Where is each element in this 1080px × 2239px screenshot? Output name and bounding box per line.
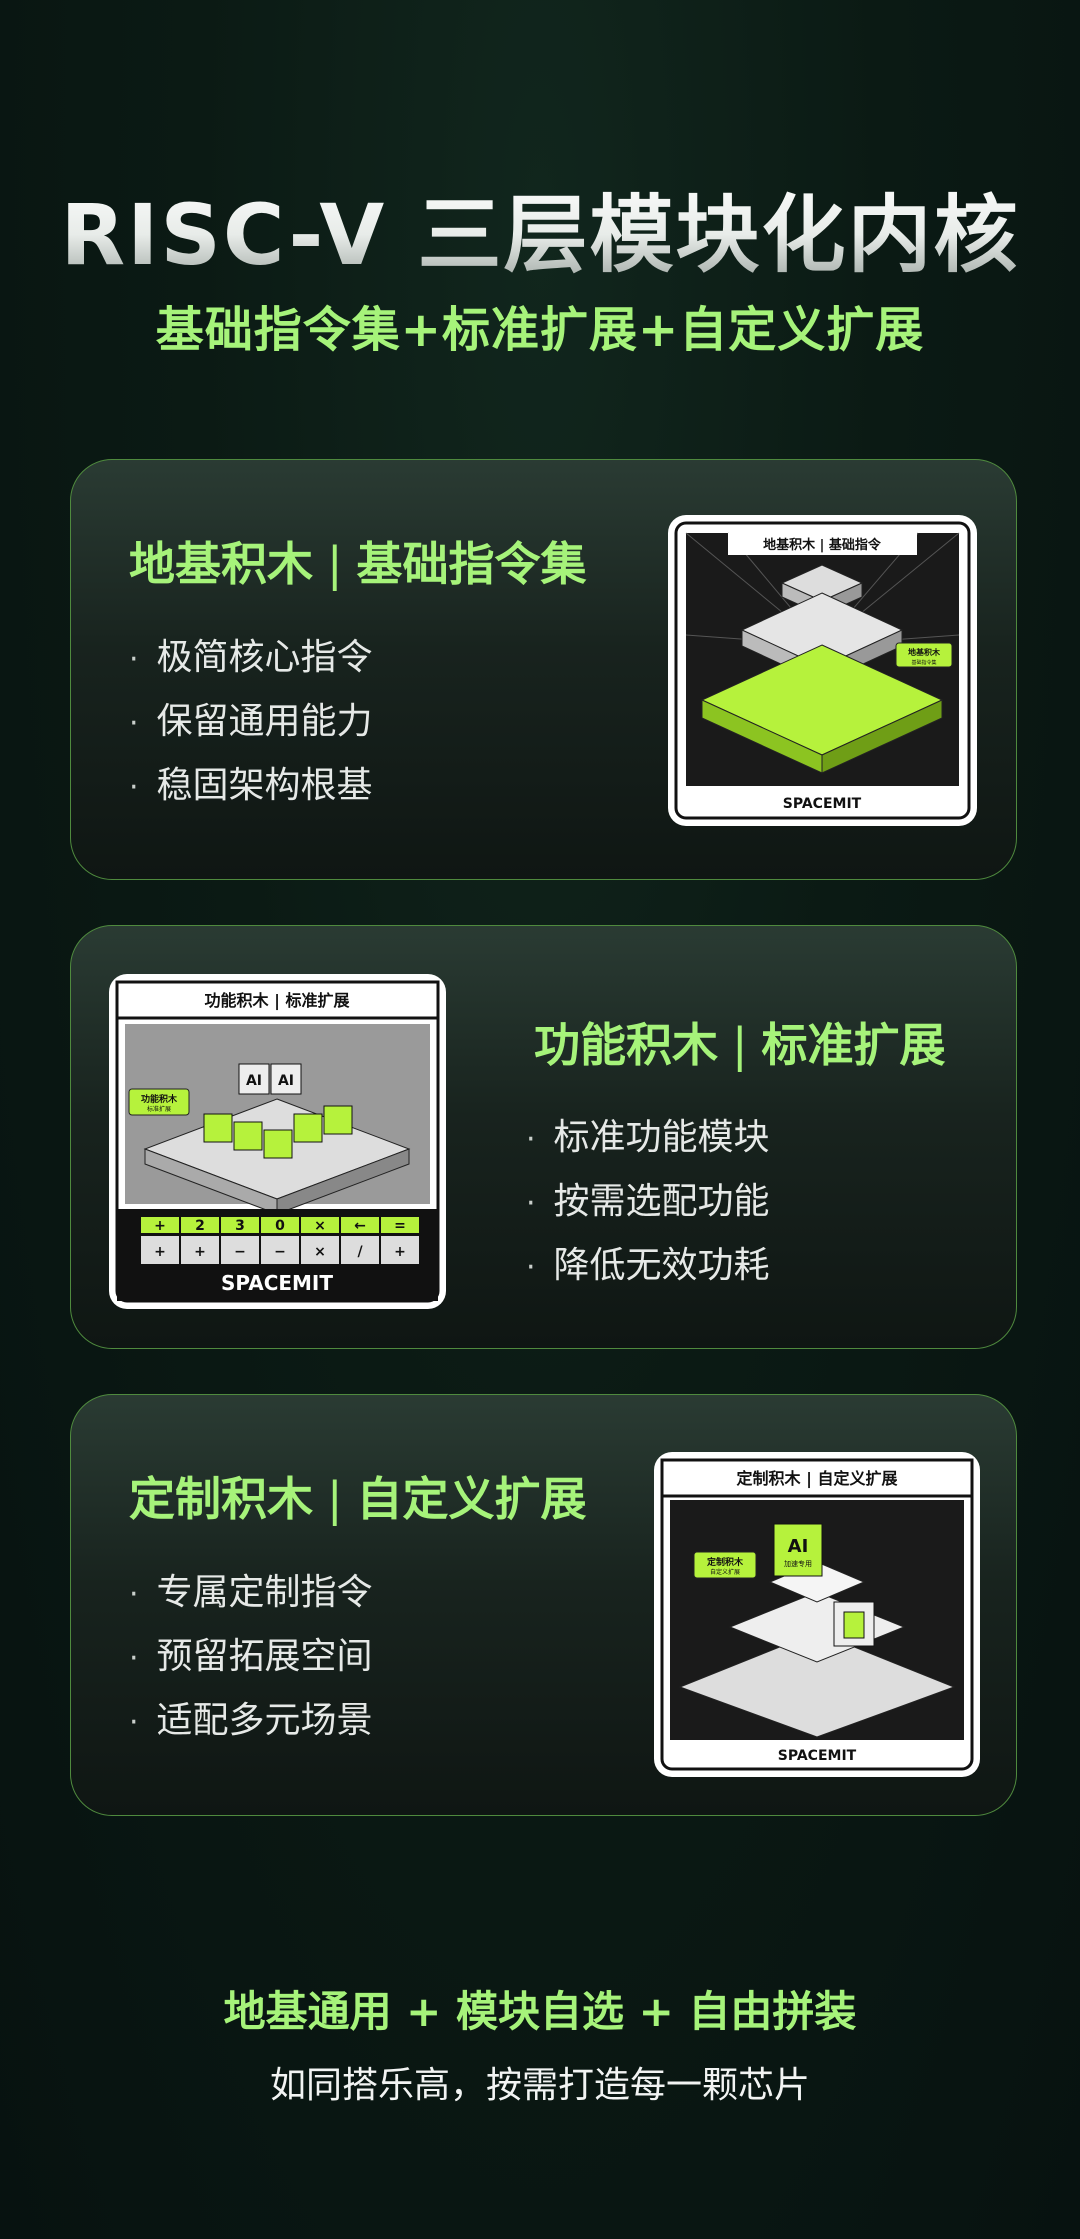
card-custom-ext: 定制积木 | 自定义扩展 · 专属定制指令 · 预留拓展空间 · 适配多元场景 定制积木 … (70, 1394, 1017, 1816)
list-item: · 按需选配功能 (526, 1181, 770, 1222)
list-item: · 降低无效功耗 (526, 1245, 770, 1286)
custom-blocks-illustration: 定制积木 | 自定义扩展 AI 加速专用 定制积木 自定义扩展 SPACEMIT (654, 1452, 980, 1777)
svg-text:/: / (357, 1244, 363, 1260)
svg-text:AI: AI (278, 1073, 294, 1089)
card-title: 功能积木 | 标准扩展 (534, 1009, 946, 1075)
list-item: · 标准功能模块 (526, 1117, 770, 1158)
svg-text:+: + (394, 1244, 406, 1260)
page-subtitle: 基础指令集+标准扩展+自定义扩展 (155, 302, 925, 358)
function-blocks-illustration: 功能积木 | 标准扩展 AI AI 功能积木 标准扩展 + 2 3 0 × ← … (109, 974, 446, 1309)
image-header-text: 功能积木 | 标准扩展 (205, 991, 351, 1011)
svg-text:+: + (194, 1244, 206, 1260)
svg-text:2: 2 (195, 1218, 205, 1234)
list-item: · 保留通用能力 (129, 701, 373, 742)
svg-text:=: = (394, 1218, 406, 1234)
card-title: 地基积木 | 基础指令集 (129, 528, 587, 594)
brand-logo-text: SPACEMIT (783, 796, 862, 812)
card-title-sub: 自定义扩展 (356, 1472, 587, 1526)
svg-text:+: + (154, 1218, 166, 1234)
list-item: · 适配多元场景 (129, 1700, 373, 1741)
svg-text:标准扩展: 标准扩展 (147, 1105, 171, 1113)
title-separator: | (327, 537, 343, 591)
list-item: · 专属定制指令 (129, 1572, 373, 1613)
brand-logo-text: SPACEMIT (221, 1271, 333, 1295)
title-separator: | (327, 1472, 343, 1526)
svg-text:AI: AI (246, 1073, 262, 1089)
svg-text:−: − (274, 1244, 286, 1260)
card-title: 定制积木 | 自定义扩展 (129, 1463, 587, 1529)
pyramid-blocks-image: 地基积木 | 基础指令 地基积木 基础指令集 SPACEMIT (674, 521, 971, 820)
bullet-list: · 极简核心指令 · 保留通用能力 · 稳固架构根基 (129, 626, 373, 818)
list-item: · 预留拓展空间 (129, 1636, 373, 1677)
svg-text:自定义扩展: 自定义扩展 (710, 1568, 740, 1576)
card-standard-ext: 功能积木 | 标准扩展 · 标准功能模块 · 按需选配功能 · 降低无效功耗 功能积木 |… (70, 925, 1017, 1349)
svg-text:×: × (314, 1218, 326, 1234)
svg-text:基础指令集: 基础指令集 (911, 659, 936, 666)
card-title-sub: 基础指令集 (356, 537, 587, 591)
bullet-list: · 专属定制指令 · 预留拓展空间 · 适配多元场景 (129, 1561, 373, 1753)
base-blocks-illustration: 地基积木 | 基础指令 地基积木 基础指令集 SPACEMIT (668, 515, 977, 826)
svg-text:AI: AI (788, 1536, 809, 1557)
card-title-main: 地基积木 (129, 537, 313, 591)
svg-text:3: 3 (235, 1218, 245, 1234)
card-base-isa: 地基积木 | 基础指令集 · 极简核心指令 · 保留通用能力 · 稳固架构根基 地基积木 … (70, 459, 1017, 880)
svg-text:+: + (154, 1244, 166, 1260)
card-title-main: 功能积木 (534, 1018, 718, 1072)
svg-text:←: ← (354, 1218, 366, 1234)
list-item: · 极简核心指令 (129, 637, 373, 678)
footer-tagline: 地基通用 + 模块自选 + 自由拼装 (223, 1987, 857, 2036)
svg-text:功能积木: 功能积木 (141, 1093, 178, 1105)
custom-blocks-image: 定制积木 | 自定义扩展 AI 加速专用 定制积木 自定义扩展 SPACEMIT (660, 1458, 974, 1771)
function-blocks-image: 功能积木 | 标准扩展 AI AI 功能积木 标准扩展 + 2 3 0 × ← … (115, 980, 440, 1303)
card-title-main: 定制积木 (129, 1472, 313, 1526)
image-header-text: 地基积木 | 基础指令 (763, 537, 882, 553)
image-header-text: 定制积木 | 自定义扩展 (736, 1469, 899, 1489)
card-title-sub: 标准扩展 (761, 1018, 946, 1072)
svg-text:加速专用: 加速专用 (784, 1559, 812, 1568)
bullet-list: · 标准功能模块 · 按需选配功能 · 降低无效功耗 (526, 1106, 770, 1298)
svg-text:−: − (234, 1244, 246, 1260)
brand-logo-text: SPACEMIT (778, 1748, 857, 1764)
page-title: RISC-V 三层模块化内核 (0, 168, 1080, 289)
list-item: · 稳固架构根基 (129, 765, 373, 806)
svg-text:地基积木: 地基积木 (908, 647, 941, 657)
svg-text:0: 0 (275, 1218, 285, 1234)
svg-text:定制积木: 定制积木 (706, 1556, 744, 1568)
svg-text:×: × (314, 1244, 326, 1260)
footer-description: 如同搭乐高，按需打造每一颗芯片 (269, 2065, 810, 2106)
title-separator: | (732, 1018, 748, 1072)
